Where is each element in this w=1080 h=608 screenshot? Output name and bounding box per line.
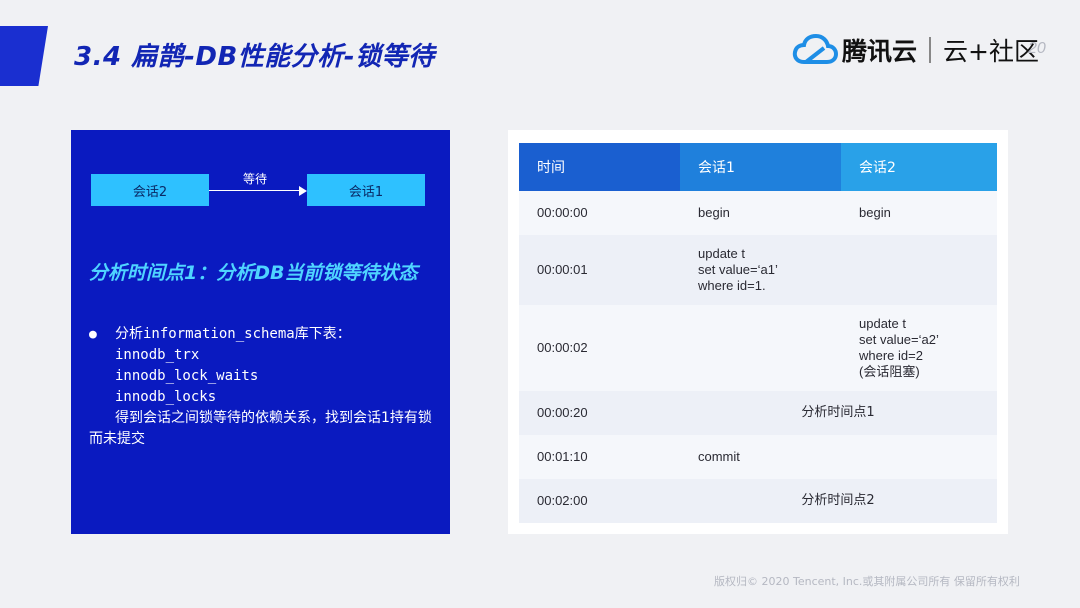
table-name: innodb_trx — [115, 347, 200, 363]
session1-box: 会话1 — [307, 174, 425, 206]
bullet-list: ● 分析information_schema库下表： innodb_trx in… — [89, 324, 439, 450]
page-number: 20 — [1028, 40, 1046, 57]
table-row: 00:00:00 begin begin — [519, 191, 997, 235]
table-row: 00:01:10 commit — [519, 435, 997, 479]
table-row: 00:00:20 分析时间点1 — [519, 391, 997, 435]
session2-box: 会话2 — [91, 174, 209, 206]
timeline-panel: 时间 会话1 会话2 00:00:00 begin begin 00:00:01… — [508, 130, 1008, 534]
analysis-panel: 会话2 等待 会话1 分析时间点1：分析DB当前锁等待状态 ● 分析inform… — [71, 130, 450, 534]
time-cell: 00:00:20 — [519, 391, 680, 435]
table-name: innodb_locks — [115, 389, 217, 405]
table-name: innodb_lock_waits — [115, 368, 259, 384]
bullet-item: ● 分析information_schema库下表： — [89, 324, 439, 345]
wait-label: 等待 — [243, 172, 268, 186]
session1-cell: begin — [680, 191, 841, 235]
logo-brand-text: 腾讯云 — [842, 37, 918, 66]
analysis-point-cell: 分析时间点1 — [680, 391, 997, 435]
session2-cell — [841, 235, 997, 305]
title-accent-bar — [0, 26, 48, 86]
header-time: 时间 — [519, 143, 680, 191]
timeline-table: 时间 会话1 会话2 00:00:00 begin begin 00:00:01… — [519, 143, 997, 523]
analysis-point-cell: 分析时间点2 — [680, 479, 997, 523]
bullet-dot-icon: ● — [89, 327, 97, 342]
session2-cell — [841, 435, 997, 479]
session1-cell: commit — [680, 435, 841, 479]
wait-arrow-line — [209, 190, 301, 191]
header-session1: 会话1 — [680, 143, 841, 191]
session1-cell — [680, 305, 841, 391]
time-cell: 00:01:10 — [519, 435, 680, 479]
time-cell: 00:02:00 — [519, 479, 680, 523]
arrow-head-icon — [299, 186, 307, 196]
session2-cell: update t set value=‘a2’ where id=2 (会话阻塞… — [841, 305, 997, 391]
table-row: 00:00:01 update t set value=‘a1’ where i… — [519, 235, 997, 305]
table-header-row: 时间 会话1 会话2 — [519, 143, 997, 191]
session2-cell: begin — [841, 191, 997, 235]
table-row: 00:02:00 分析时间点2 — [519, 479, 997, 523]
table-row: 00:00:02 update t set value=‘a2’ where i… — [519, 305, 997, 391]
analysis-heading: 分析时间点1：分析DB当前锁等待状态 — [89, 262, 418, 284]
time-cell: 00:00:02 — [519, 305, 680, 391]
bullet-intro: 分析information_schema库下表： — [115, 326, 351, 342]
time-cell: 00:00:00 — [519, 191, 680, 235]
cloud-logo-icon — [792, 33, 838, 64]
tencent-cloud-logo: 腾讯云 云+社区 — [792, 30, 1039, 70]
session1-cell: update t set value=‘a1’ where id=1. — [680, 235, 841, 305]
logo-divider — [929, 37, 932, 63]
logo-community-text: 云+社区 — [943, 37, 1039, 66]
conclusion-text: 得到会话之间锁等待的依赖关系，找到会话1持有锁而未提交 — [89, 410, 432, 447]
time-cell: 00:00:01 — [519, 235, 680, 305]
header-session2: 会话2 — [841, 143, 997, 191]
slide-title: 3.4 扁鹊-DB性能分析-锁等待 — [74, 42, 435, 72]
copyright-footer: 版权归© 2020 Tencent, Inc.或其附属公司所有 保留所有权利 — [714, 575, 1020, 588]
